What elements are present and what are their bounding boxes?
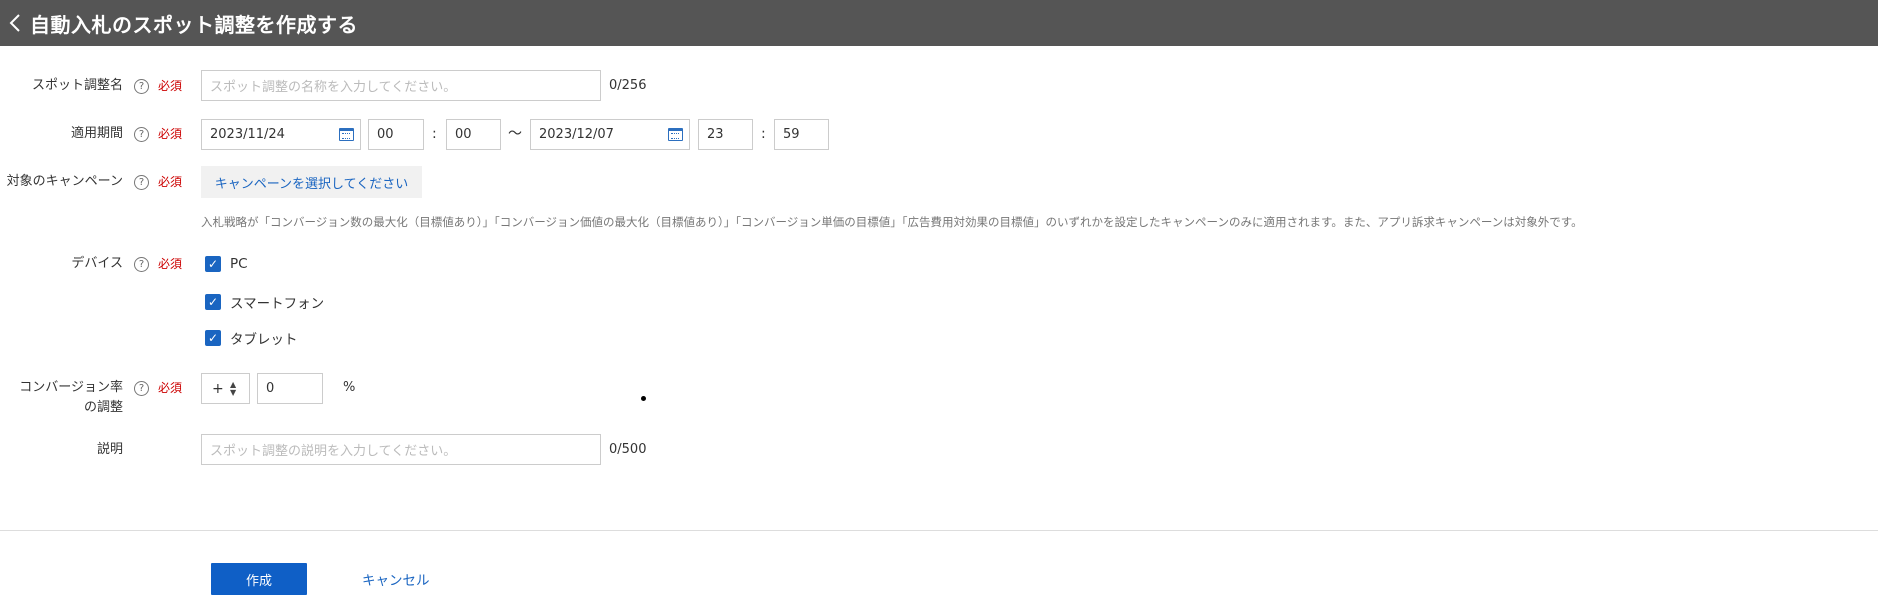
cursor-dot (641, 396, 646, 401)
name-char-counter: 0/256 (609, 78, 647, 93)
device-option-label: タブレット (230, 332, 298, 348)
sign-select[interactable]: + ▲ ▼ (201, 373, 250, 404)
device-required-badge: 必須 (158, 257, 183, 271)
device-option-smartphone[interactable]: ✓ スマートフォン (205, 292, 324, 312)
end-minute-input[interactable]: 59 (774, 119, 829, 150)
conversion-required-badge: 必須 (158, 381, 183, 395)
name-label: スポット調整名 (31, 78, 123, 93)
page-header: 自動入札のスポット調整を作成する (0, 0, 1878, 46)
create-button[interactable]: 作成 (211, 563, 307, 595)
end-date-input[interactable]: 2023/12/07 (530, 119, 690, 150)
period-help-icon[interactable]: ? (134, 127, 149, 142)
campaign-note: 入札戦略が「コンバージョン数の最大化（目標値あり）」「コンバージョン価値の最大化… (201, 215, 1583, 229)
conversion-label-line1: コンバージョン率 (19, 380, 123, 395)
range-separator: ～ (508, 126, 522, 142)
period-required-badge: 必須 (158, 127, 183, 141)
cancel-button[interactable]: キャンセル (362, 563, 430, 595)
chevron-left-icon (9, 14, 20, 32)
start-minute-input[interactable]: 00 (446, 119, 501, 150)
device-option-tablet[interactable]: ✓ タブレット (205, 328, 298, 348)
calendar-icon[interactable] (668, 128, 683, 141)
name-help-icon[interactable]: ? (134, 79, 149, 94)
start-date-input[interactable]: 2023/11/24 (201, 119, 361, 150)
device-label: デバイス (71, 256, 123, 271)
footer-divider (0, 530, 1878, 531)
device-option-label: スマートフォン (230, 296, 325, 312)
name-required-badge: 必須 (158, 79, 183, 93)
time-colon: : (432, 126, 437, 142)
device-help-icon[interactable]: ? (134, 257, 149, 272)
page-title: 自動入札のスポット調整を作成する (30, 12, 358, 37)
sign-value: + (212, 380, 224, 397)
description-char-counter: 0/500 (609, 442, 647, 457)
conversion-label-line2: の調整 (83, 400, 123, 415)
end-date-value: 2023/12/07 (539, 127, 614, 142)
description-input[interactable]: スポット調整の説明を入力してください。 (201, 434, 601, 465)
campaign-help-icon[interactable]: ? (134, 175, 149, 190)
name-input[interactable]: スポット調整の名称を入力してください。 (201, 70, 601, 101)
period-label: 適用期間 (70, 126, 123, 141)
start-date-value: 2023/11/24 (210, 127, 285, 142)
back-button[interactable] (0, 0, 30, 46)
end-hour-input[interactable]: 23 (698, 119, 753, 150)
device-option-pc[interactable]: ✓ PC (205, 256, 248, 272)
time-colon: : (761, 126, 766, 142)
description-label: 説明 (96, 442, 123, 457)
calendar-icon[interactable] (339, 128, 354, 141)
campaign-required-badge: 必須 (158, 175, 183, 189)
device-option-label: PC (230, 256, 248, 272)
checkbox-checked-icon[interactable]: ✓ (205, 330, 221, 346)
checkbox-checked-icon[interactable]: ✓ (205, 256, 221, 272)
percent-unit: % (343, 380, 356, 395)
checkbox-checked-icon[interactable]: ✓ (205, 294, 221, 310)
campaign-label: 対象のキャンペーン (6, 174, 123, 189)
conversion-value-input[interactable]: 0 (257, 373, 323, 404)
updown-arrows-icon[interactable]: ▲ ▼ (230, 381, 236, 397)
conversion-help-icon[interactable]: ? (134, 381, 149, 396)
start-hour-input[interactable]: 00 (368, 119, 424, 150)
select-campaign-button[interactable]: キャンペーンを選択してください (201, 166, 422, 198)
